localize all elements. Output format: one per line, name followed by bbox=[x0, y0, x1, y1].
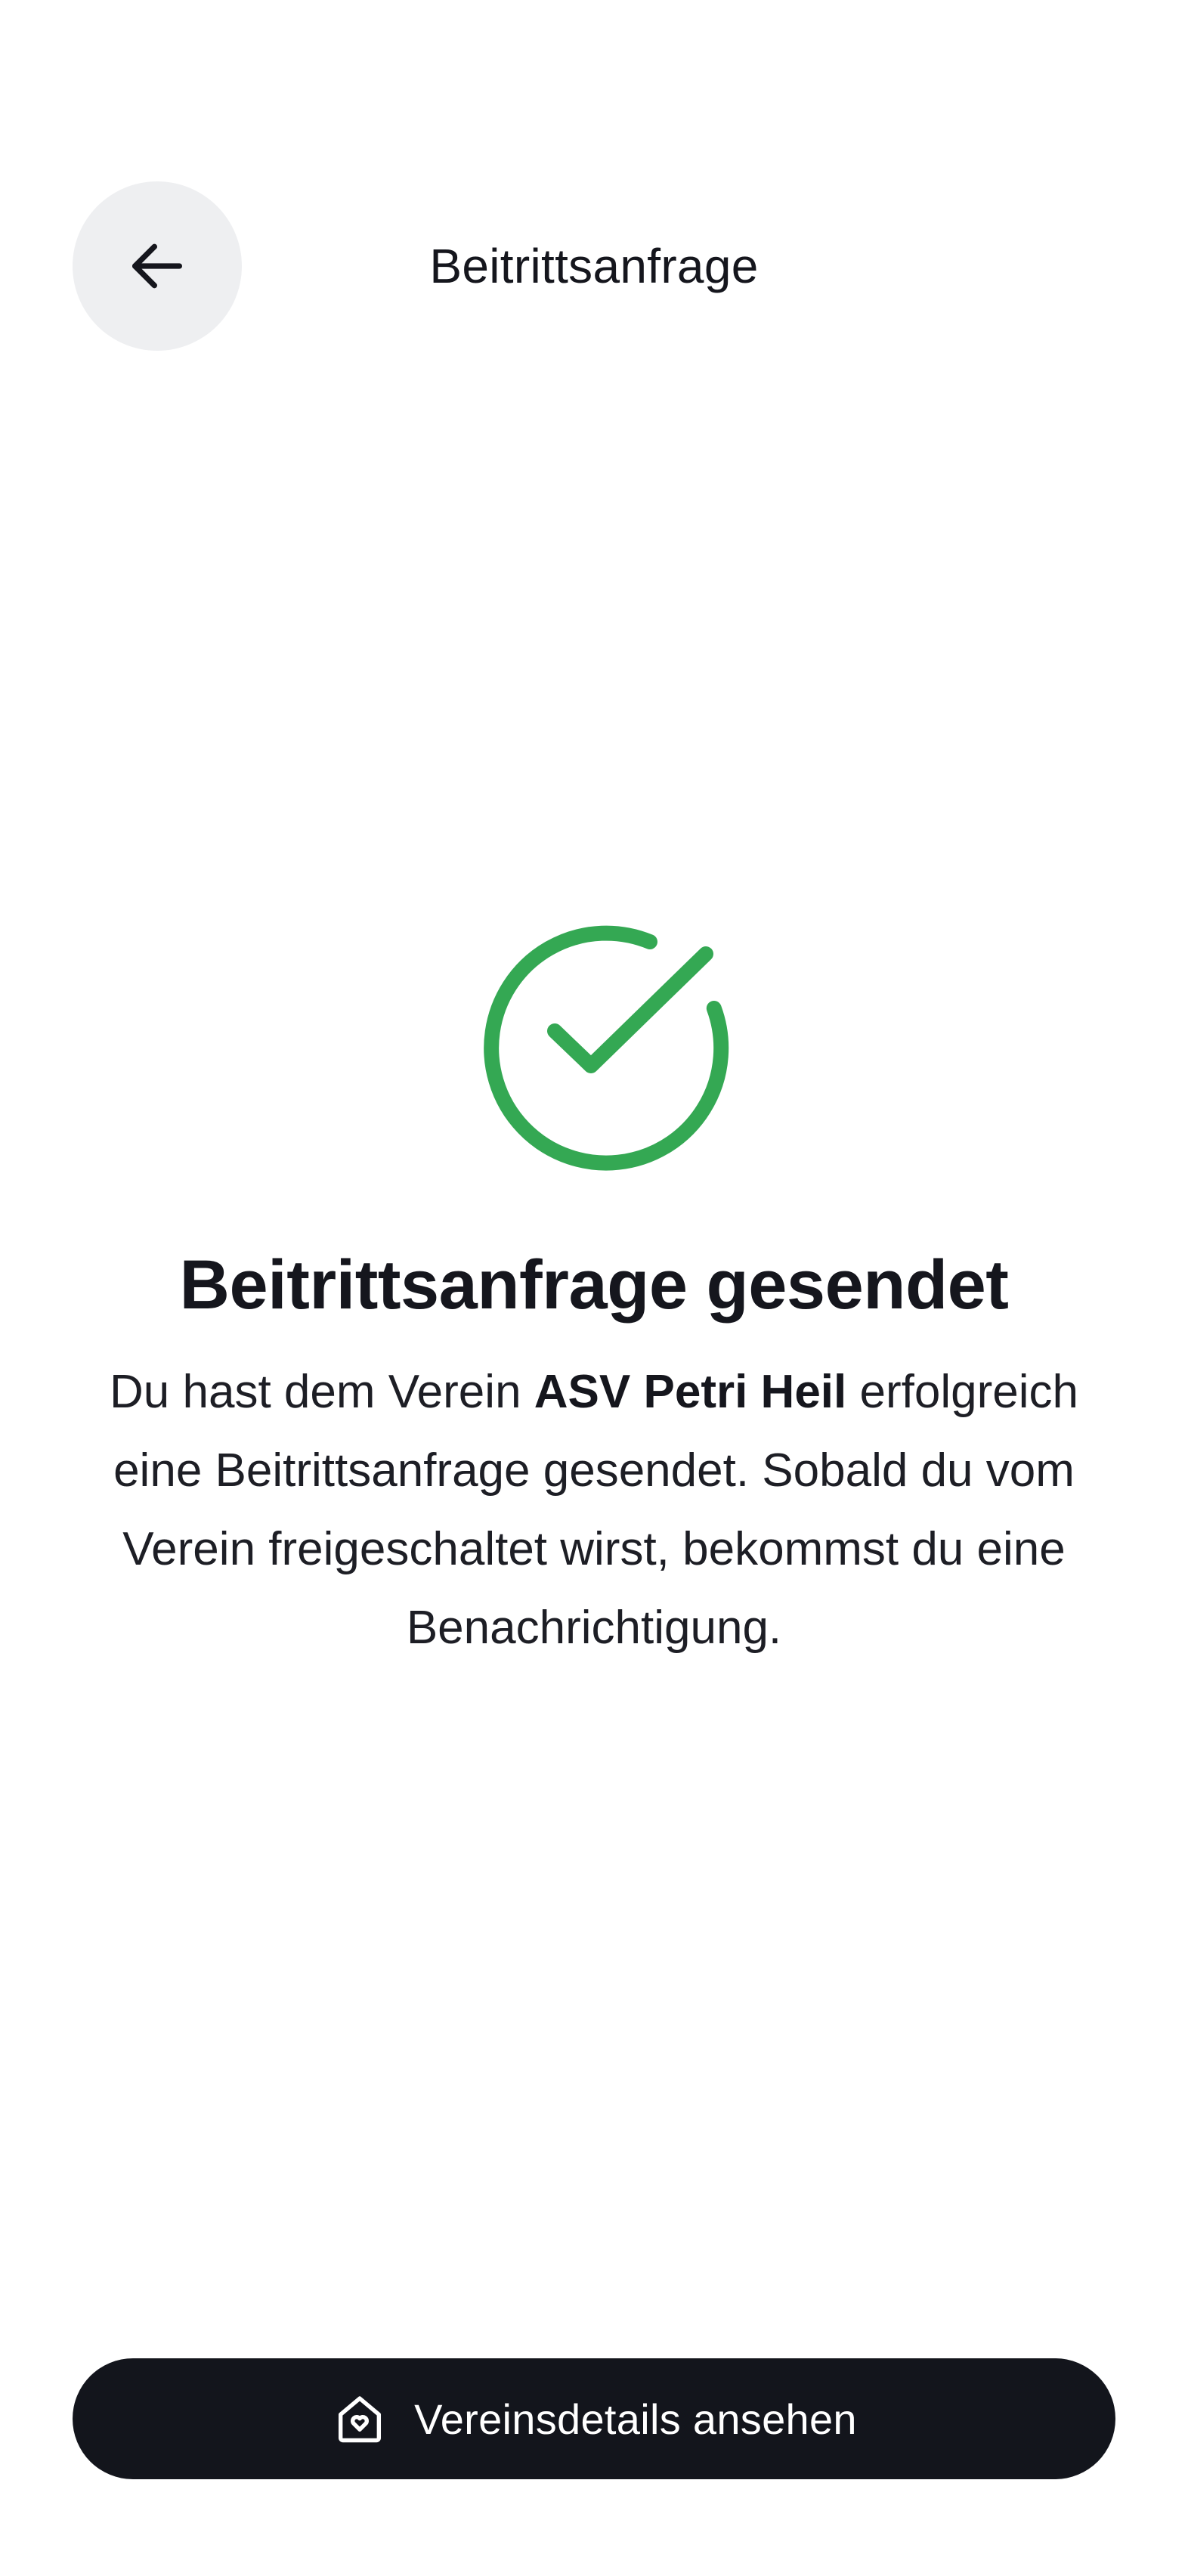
check-circle-icon bbox=[484, 925, 729, 1171]
success-message: Du hast dem Verein ASV Petri Heil erfolg… bbox=[83, 1353, 1105, 1667]
club-name: ASV Petri Heil bbox=[534, 1366, 847, 1418]
club-details-button[interactable]: Vereinsdetails ansehen bbox=[73, 2358, 1115, 2479]
club-details-label: Vereinsdetails ansehen bbox=[414, 2395, 857, 2443]
house-heart-icon bbox=[339, 2396, 382, 2443]
message-prefix: Du hast dem Verein bbox=[110, 1366, 534, 1418]
page-title: Beitrittsanfrage bbox=[429, 239, 759, 293]
success-title: Beitrittsanfrage gesendet bbox=[179, 1246, 1009, 1324]
